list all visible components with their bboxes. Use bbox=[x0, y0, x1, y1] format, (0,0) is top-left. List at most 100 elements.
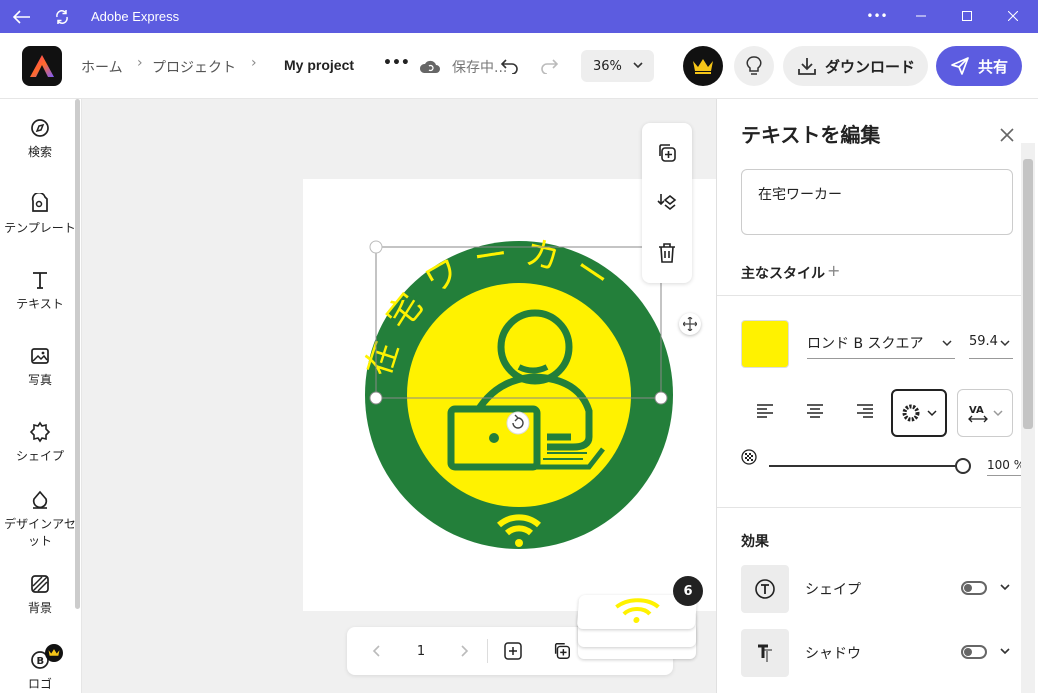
rail-item-photos[interactable]: 写真 bbox=[0, 345, 80, 388]
opacity-slider-thumb[interactable] bbox=[955, 458, 971, 474]
background-icon bbox=[31, 575, 49, 593]
back-arrow-icon[interactable] bbox=[10, 5, 34, 29]
share-button[interactable]: 共有 bbox=[936, 46, 1022, 86]
chevron-down-icon bbox=[1000, 340, 1010, 347]
rail-item-design-assets[interactable]: デザインアセット bbox=[0, 489, 80, 549]
zoom-select[interactable]: 36% bbox=[581, 50, 654, 82]
cloud-sync-icon bbox=[418, 56, 442, 76]
font-family-select[interactable]: ロンド B スクエア bbox=[807, 331, 955, 359]
close-icon[interactable] bbox=[997, 125, 1017, 145]
font-size-select[interactable]: 59.4 bbox=[969, 331, 1013, 359]
rail-item-shapes[interactable]: シェイプ bbox=[0, 421, 80, 464]
svg-text:VA: VA bbox=[969, 405, 984, 416]
rail-item-templates[interactable]: テンプレート bbox=[0, 193, 80, 236]
rotate-handle-icon[interactable] bbox=[506, 411, 530, 435]
rail-label: シェイプ bbox=[15, 449, 64, 463]
premium-button[interactable] bbox=[683, 46, 723, 86]
rail-label: テンプレート bbox=[4, 221, 76, 235]
panel-scrollbar-thumb[interactable] bbox=[1023, 159, 1033, 429]
breadcrumb-chevron-icon: › bbox=[137, 55, 143, 71]
rail-item-background[interactable]: 背景 bbox=[0, 573, 80, 616]
close-window-button[interactable] bbox=[998, 4, 1028, 28]
rail-item-logo[interactable]: B ロゴ bbox=[0, 649, 80, 692]
align-left-icon[interactable] bbox=[755, 401, 775, 421]
text-icon bbox=[33, 272, 47, 289]
shadow-text-icon bbox=[741, 629, 789, 677]
chevron-down-icon bbox=[633, 62, 643, 69]
circle-text-icon bbox=[902, 404, 920, 422]
send-icon bbox=[951, 57, 969, 75]
add-style-plus-icon[interactable]: + bbox=[827, 261, 840, 280]
photo-icon bbox=[31, 348, 49, 364]
breadcrumb-projects[interactable]: プロジェクト bbox=[152, 57, 236, 77]
selection-corner-handle[interactable] bbox=[369, 240, 383, 254]
text-color-swatch[interactable] bbox=[741, 320, 789, 368]
adobe-express-logo[interactable] bbox=[22, 46, 62, 86]
align-center-icon[interactable] bbox=[805, 401, 825, 421]
download-button[interactable]: ダウンロード bbox=[783, 46, 928, 86]
crown-icon bbox=[693, 59, 713, 74]
selection-corner-handle[interactable] bbox=[654, 391, 668, 405]
divider bbox=[717, 507, 1021, 508]
move-handle-icon[interactable] bbox=[679, 313, 701, 335]
zoom-value: 36% bbox=[593, 58, 622, 74]
edit-text-panel: テキストを編集 在宅ワーカー 主なスタイル + ロンド B スクエア 59.4 … bbox=[716, 99, 1038, 693]
premium-crown-badge-icon bbox=[45, 644, 63, 662]
duplicate-page-icon[interactable] bbox=[550, 639, 574, 663]
prev-page-chevron-icon[interactable] bbox=[365, 639, 389, 663]
template-icon bbox=[31, 193, 48, 212]
next-page-chevron-icon[interactable] bbox=[452, 639, 476, 663]
title-bar: Adobe Express ••• bbox=[0, 0, 1038, 33]
refresh-icon[interactable] bbox=[50, 5, 74, 29]
shadow-effect-toggle[interactable] bbox=[961, 645, 987, 659]
selection-corner-handle[interactable] bbox=[369, 391, 383, 405]
effect-label: シャドウ bbox=[805, 646, 861, 662]
share-label: 共有 bbox=[978, 57, 1009, 76]
effects-label: 効果 bbox=[741, 534, 769, 550]
project-name[interactable]: My project bbox=[284, 57, 354, 73]
rail-item-text[interactable]: テキスト bbox=[0, 269, 80, 312]
app-header: ホーム › プロジェクト › My project ••• 保存中... 36%… bbox=[0, 33, 1038, 99]
download-icon bbox=[798, 58, 816, 75]
opacity-value[interactable]: 100 % bbox=[987, 458, 1021, 476]
ideas-button[interactable] bbox=[734, 46, 774, 86]
layer-count-badge: 6 bbox=[673, 576, 703, 606]
shape-effect-toggle[interactable] bbox=[961, 581, 987, 595]
more-options-button[interactable]: ••• bbox=[862, 4, 892, 28]
redo-icon[interactable] bbox=[538, 55, 560, 77]
left-rail: 検索 テンプレート テキスト 写真 シェイプ デザインアセット 背景 B ロゴ bbox=[0, 99, 82, 693]
text-curve-button[interactable] bbox=[891, 389, 947, 437]
minimize-button[interactable] bbox=[906, 4, 936, 28]
letter-spacing-icon: VA bbox=[968, 405, 988, 423]
effect-row-shadow[interactable]: シャドウ bbox=[741, 629, 1013, 677]
text-input[interactable]: 在宅ワーカー bbox=[741, 169, 1013, 235]
undo-icon[interactable] bbox=[499, 55, 521, 77]
divider bbox=[717, 295, 1021, 296]
duplicate-icon[interactable] bbox=[655, 141, 679, 165]
floating-toolbar bbox=[642, 123, 692, 283]
rail-label: デザインアセット bbox=[4, 517, 76, 548]
pager-divider bbox=[487, 639, 488, 663]
chevron-down-icon[interactable] bbox=[999, 645, 1011, 657]
chevron-down-icon[interactable] bbox=[999, 581, 1011, 593]
main-style-label: 主なスタイル bbox=[741, 266, 825, 282]
breadcrumb-home[interactable]: ホーム bbox=[81, 57, 123, 77]
align-right-icon[interactable] bbox=[855, 401, 875, 421]
rail-label: 写真 bbox=[27, 373, 52, 387]
breadcrumb-chevron-icon: › bbox=[251, 55, 257, 71]
font-family-value: ロンド B スクエア bbox=[807, 336, 924, 352]
rail-scrollbar[interactable] bbox=[75, 99, 80, 609]
canvas-area: 在宅ワーカー 1 6 bbox=[82, 99, 716, 693]
opacity-slider-track[interactable] bbox=[769, 465, 961, 467]
rail-item-search[interactable]: 検索 bbox=[0, 117, 80, 160]
project-more-button[interactable]: ••• bbox=[383, 55, 410, 71]
effect-row-shape[interactable]: シェイプ bbox=[741, 565, 1013, 613]
add-page-icon[interactable] bbox=[501, 639, 525, 663]
design-asset-icon bbox=[32, 490, 48, 509]
trash-icon[interactable] bbox=[655, 241, 679, 265]
arrange-layers-icon[interactable] bbox=[655, 191, 679, 215]
page-number: 1 bbox=[416, 643, 426, 659]
maximize-button[interactable] bbox=[952, 4, 982, 28]
letter-spacing-button[interactable]: VA bbox=[957, 389, 1013, 437]
shape-text-icon bbox=[741, 565, 789, 613]
